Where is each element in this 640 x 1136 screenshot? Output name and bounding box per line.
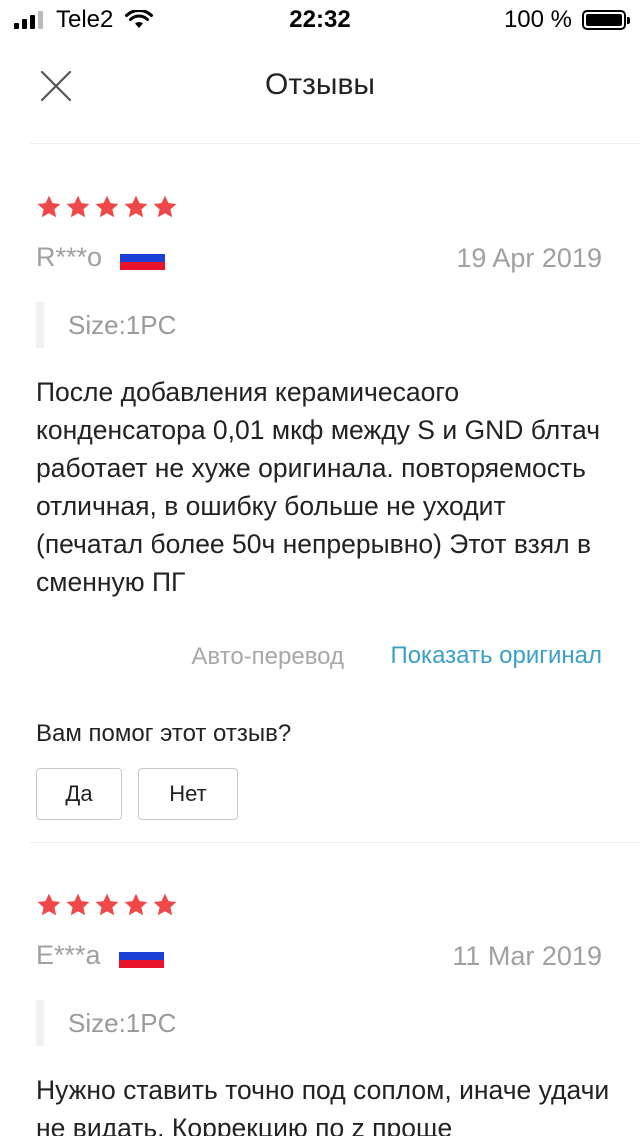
review-divider — [30, 842, 640, 843]
star-icon — [95, 893, 119, 916]
review-author: R***o — [36, 242, 166, 273]
header-divider — [30, 143, 640, 144]
helpful-question: Вам помог этот отзыв? — [36, 720, 292, 747]
star-rating — [36, 892, 181, 918]
review-date: 11 Mar 2019 — [452, 941, 602, 971]
status-right: 100 % — [503, 6, 630, 34]
russia-flag-icon — [118, 943, 164, 968]
star-icon — [37, 195, 61, 218]
author-name: R***o — [36, 242, 103, 272]
status-bar: Tele2 22:32 100 % — [0, 0, 640, 40]
page-title: Отзывы — [265, 68, 375, 101]
russia-flag-icon — [120, 245, 166, 270]
review-text: Нужно ставить точно под соплом, иначе уд… — [36, 1075, 610, 1136]
nav-bar: Отзывы — [0, 40, 640, 144]
star-icon — [153, 195, 177, 218]
battery-percent: 100 % — [503, 6, 572, 33]
star-icon — [66, 195, 90, 218]
review-date: 19 Apr 2019 — [456, 243, 602, 273]
battery-icon — [582, 10, 630, 30]
author-name: E***a — [36, 940, 101, 970]
star-icon — [124, 195, 148, 218]
star-rating — [36, 194, 181, 220]
review-sku: Size:1PC — [36, 302, 176, 348]
star-icon — [153, 893, 177, 916]
star-icon — [66, 893, 90, 916]
helpful-yes-button[interactable]: Да — [36, 768, 122, 820]
show-original-link[interactable]: Показать оригинал — [390, 642, 602, 670]
review-author: E***a — [36, 940, 164, 971]
review-sku: Size:1PC — [36, 1000, 176, 1046]
auto-translate-label: Авто-перевод — [191, 643, 344, 670]
star-icon — [95, 195, 119, 218]
review-text: После добавления керамичесаого конденсат… — [36, 377, 601, 597]
helpful-no-button[interactable]: Нет — [138, 768, 238, 820]
star-icon — [124, 893, 148, 916]
star-icon — [37, 893, 61, 916]
